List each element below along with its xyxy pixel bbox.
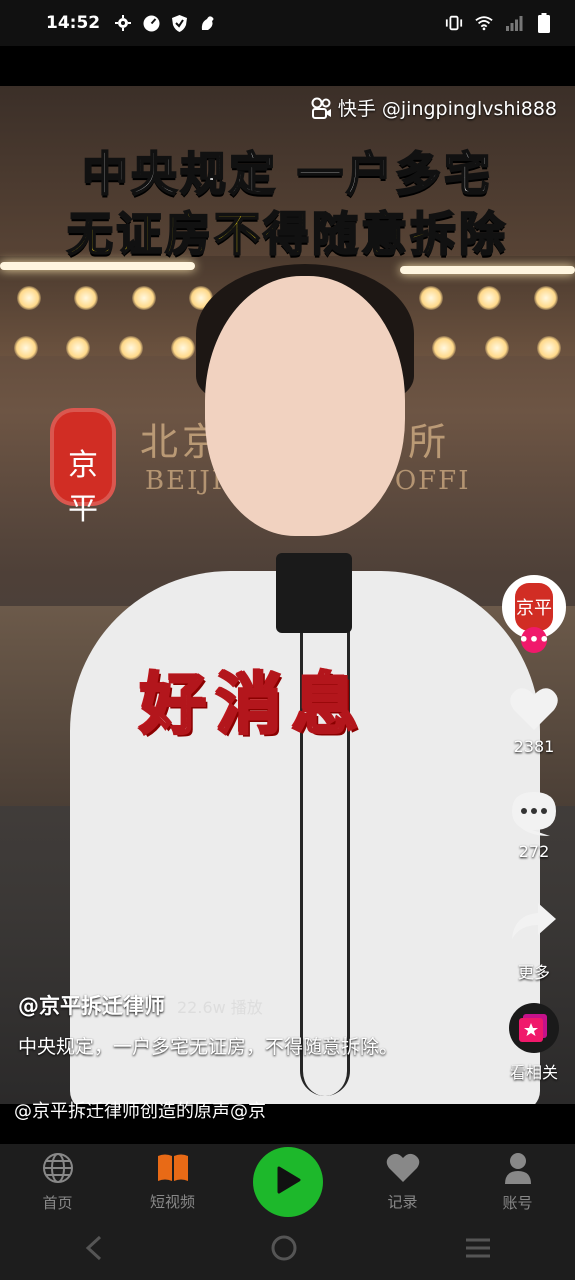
related-label: 看相关: [509, 1063, 558, 1082]
signal-icon: [505, 14, 523, 32]
battery-icon: [535, 13, 553, 33]
vibrate-icon: [445, 14, 463, 32]
tab-play[interactable]: [238, 1147, 338, 1217]
law-firm-logo: 京平: [50, 408, 116, 527]
comment-icon: [510, 790, 558, 840]
heart-icon: [386, 1153, 420, 1187]
tab-account[interactable]: 账号: [468, 1152, 568, 1213]
settings-icon: [114, 14, 132, 32]
sound-credit[interactable]: @京平拆迁律师创造的原声@京: [14, 1097, 266, 1123]
comment-count: 272: [518, 842, 550, 861]
shield-icon: [170, 14, 188, 32]
play-icon: [275, 1166, 301, 1198]
home-circle-icon[interactable]: [270, 1234, 298, 1266]
caption: @京平拆迁律师 22.6w 播放 中央规定，一户多宅无证房，不得随意拆除。: [18, 990, 418, 1062]
status-bar: 14:52: [0, 0, 575, 46]
action-column: 京平 ••• 2381 272 更多 看相关: [501, 575, 567, 1083]
wifi-icon: [475, 14, 493, 32]
play-button[interactable]: [252, 1147, 323, 1217]
status-right-icons: [445, 13, 553, 33]
recents-menu-icon[interactable]: [464, 1236, 492, 1264]
share-label: 更多: [517, 963, 550, 982]
tab-short-video-label: 短视频: [149, 1192, 195, 1211]
video-player[interactable]: 京平 北京 律师事务所 BEIJIN NG LAW OFFI 快手 @jingp…: [0, 86, 575, 1104]
kuaishou-icon: [310, 97, 332, 119]
video-light-bar: [400, 266, 575, 274]
tab-home[interactable]: 首页: [8, 1152, 108, 1213]
avatar-logo: 京平: [515, 583, 553, 631]
person-icon: [504, 1152, 532, 1188]
microphone: [276, 553, 352, 633]
tab-history[interactable]: 记录: [353, 1153, 453, 1212]
related-star-icon: [509, 1003, 559, 1057]
video-description: 中央规定，一户多宅无证房，不得随意拆除。: [18, 1036, 399, 1058]
bottom-tab-bar: 首页 短视频 记录 账号: [0, 1144, 575, 1220]
overlay-good-news: 好消息: [139, 665, 368, 745]
presenter-head: [205, 276, 405, 536]
platform-handle: 快手 @jingpinglvshi888: [310, 94, 557, 121]
status-time: 14:52: [46, 13, 101, 33]
author-avatar[interactable]: 京平 •••: [502, 575, 566, 653]
share-arrow-icon: [510, 901, 558, 945]
book-icon: [157, 1153, 189, 1187]
tab-account-label: 账号: [502, 1193, 533, 1212]
author-row: @京平拆迁律师 22.6w 播放: [18, 990, 418, 1020]
tab-history-label: 记录: [387, 1192, 418, 1211]
related-button[interactable]: 看相关: [494, 1003, 574, 1083]
tab-short-video[interactable]: 短视频: [123, 1153, 223, 1212]
comment-button[interactable]: 272: [494, 790, 574, 861]
handle-text: 快手 @jingpinglvshi888: [337, 98, 557, 120]
play-count: 22.6w 播放: [177, 998, 263, 1017]
share-button[interactable]: 更多: [494, 901, 574, 983]
video-title-line-1: 中央规定 一户多宅: [81, 146, 493, 202]
heart-icon: [509, 687, 559, 735]
speedometer-icon: [142, 14, 160, 32]
bird-icon: [198, 14, 216, 32]
like-count: 2381: [513, 737, 555, 756]
author-name[interactable]: @京平拆迁律师: [18, 990, 165, 1020]
more-dots-icon[interactable]: •••: [519, 627, 549, 653]
tab-home-label: 首页: [42, 1193, 73, 1212]
system-nav-bar: [0, 1220, 575, 1280]
like-button[interactable]: 2381: [494, 687, 574, 756]
status-left-icons: [114, 14, 216, 32]
back-icon[interactable]: [83, 1235, 105, 1265]
video-title-line-2: 无证房不得随意拆除: [66, 206, 508, 262]
globe-icon: [42, 1152, 74, 1188]
